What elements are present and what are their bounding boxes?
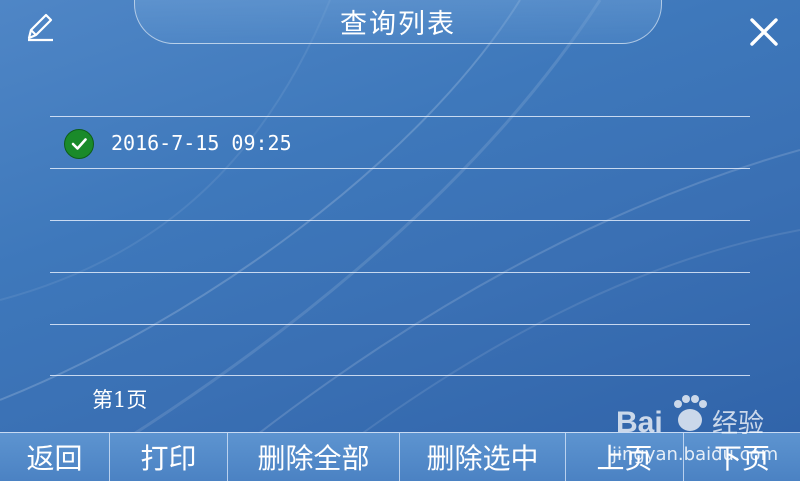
list-item[interactable] xyxy=(50,168,750,220)
delete-all-button[interactable]: 删除全部 xyxy=(228,433,400,481)
delete-selected-button[interactable]: 删除选中 xyxy=(400,433,566,481)
list-item[interactable] xyxy=(50,324,750,376)
list-item[interactable] xyxy=(50,220,750,272)
record-list: 2016-7-15 09:25 xyxy=(50,116,750,376)
close-icon[interactable] xyxy=(746,14,782,50)
watermark-url: jingyan.baidu.com xyxy=(612,444,779,465)
print-button[interactable]: 打印 xyxy=(110,433,228,481)
check-icon[interactable] xyxy=(64,129,94,159)
list-item[interactable] xyxy=(50,272,750,324)
page-indicator: 第1页 xyxy=(92,388,148,412)
back-button[interactable]: 返回 xyxy=(0,433,110,481)
edit-icon[interactable] xyxy=(20,8,58,46)
paw-icon xyxy=(674,395,707,431)
list-item-text: 2016-7-15 09:25 xyxy=(111,131,292,155)
list-item[interactable]: 2016-7-15 09:25 xyxy=(50,116,750,168)
page-title: 查询列表 xyxy=(340,9,456,40)
